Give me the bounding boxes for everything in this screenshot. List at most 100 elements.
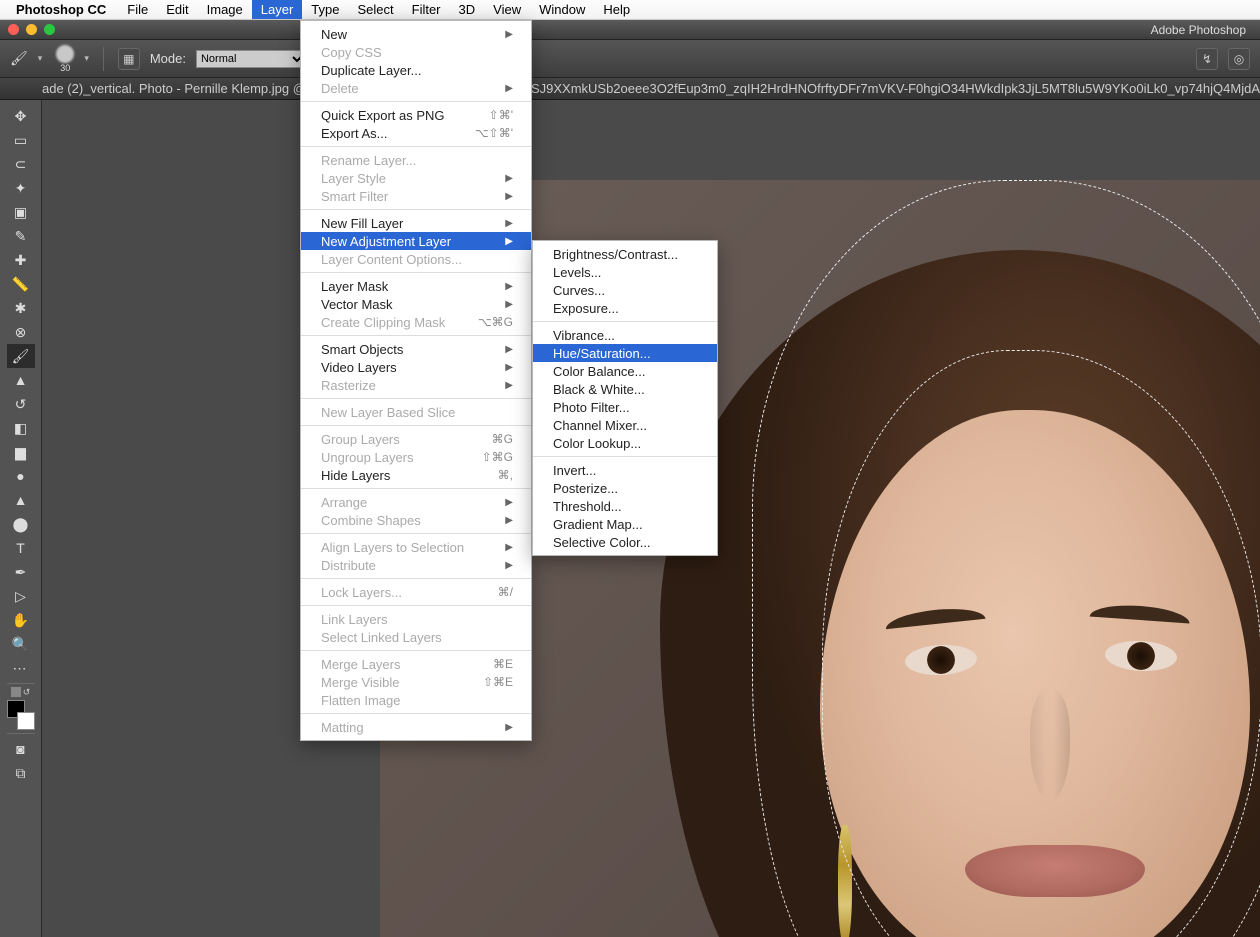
gradient-tool[interactable]: ▆ — [7, 440, 35, 464]
minimize-window-icon[interactable] — [26, 24, 37, 35]
layer-menu-layer-content-options: Layer Content Options... — [301, 250, 531, 268]
stamp-tool[interactable]: ▲ — [7, 368, 35, 392]
hand-tool[interactable]: ✋ — [7, 608, 35, 632]
background-color-swatch[interactable] — [17, 712, 35, 730]
layer-menu-smart-objects[interactable]: Smart Objects▶ — [301, 340, 531, 358]
app-name[interactable]: Photoshop CC — [16, 2, 106, 17]
adjustment-menu-black-white[interactable]: Black & White... — [533, 380, 717, 398]
screen-mode-icon[interactable]: ⧉ — [7, 761, 35, 785]
menu-item-label: Black & White... — [553, 382, 699, 397]
brush-picker-dropdown-icon[interactable]: ▾ — [84, 53, 89, 64]
menu-image[interactable]: Image — [198, 0, 252, 19]
pen-tool[interactable]: ✒ — [7, 560, 35, 584]
layer-menu-vector-mask[interactable]: Vector Mask▶ — [301, 295, 531, 313]
close-window-icon[interactable] — [8, 24, 19, 35]
move-tool[interactable]: ✥ — [7, 104, 35, 128]
adjustment-menu-hue-saturation[interactable]: Hue/Saturation... — [533, 344, 717, 362]
eraser-tool[interactable]: ◧ — [7, 416, 35, 440]
ruler-tool[interactable]: 📏 — [7, 272, 35, 296]
menu-help[interactable]: Help — [594, 0, 639, 19]
lasso-tool[interactable]: ⊂ — [7, 152, 35, 176]
adjustment-menu-channel-mixer[interactable]: Channel Mixer... — [533, 416, 717, 434]
blend-mode-select[interactable]: Normal — [196, 50, 306, 68]
layer-menu-align-layers-to-selection: Align Layers to Selection▶ — [301, 538, 531, 556]
brush-tool[interactable]: 🖌 — [7, 344, 35, 368]
menu-type[interactable]: Type — [302, 0, 348, 19]
adjustment-menu-exposure[interactable]: Exposure... — [533, 299, 717, 317]
sharpen-tool[interactable]: ▲ — [7, 488, 35, 512]
brush-panel-icon[interactable]: ▦ — [118, 48, 140, 70]
menu-select[interactable]: Select — [348, 0, 402, 19]
layer-menu-hide-layers[interactable]: Hide Layers⌘, — [301, 466, 531, 484]
adjustment-menu-selective-color[interactable]: Selective Color... — [533, 533, 717, 551]
pressure-toggle-icon[interactable]: ◎ — [1228, 48, 1250, 70]
layer-menu-new[interactable]: New▶ — [301, 25, 531, 43]
mode-label: Mode: — [150, 51, 186, 66]
spot-heal-tool[interactable]: ✚ — [7, 248, 35, 272]
swap-colors-icon[interactable]: ↺ — [23, 687, 31, 698]
adjustment-menu-gradient-map[interactable]: Gradient Map... — [533, 515, 717, 533]
layer-menu-new-adjustment-layer[interactable]: New Adjustment Layer▶ — [301, 232, 531, 250]
adjustment-menu-color-balance[interactable]: Color Balance... — [533, 362, 717, 380]
zoom-tool[interactable]: 🔍 — [7, 632, 35, 656]
submenu-arrow-icon: ▶ — [505, 191, 513, 202]
menu-layer[interactable]: Layer — [252, 0, 303, 19]
color-swatches[interactable] — [7, 700, 35, 730]
blur-tool[interactable]: ● — [7, 464, 35, 488]
menu-view[interactable]: View — [484, 0, 530, 19]
layer-menu-export-as[interactable]: Export As...⌥⇧⌘' — [301, 124, 531, 142]
layer-menu-create-clipping-mask: Create Clipping Mask ⌥⌘G — [301, 313, 531, 331]
menu-edit[interactable]: Edit — [157, 0, 197, 19]
document-tab-strip[interactable]: ade (2)_vertical. Photo - Pernille Klemp… — [0, 78, 1260, 100]
layer-menu-layer-mask[interactable]: Layer Mask▶ — [301, 277, 531, 295]
menu-item-label: Create Clipping Mask — [321, 315, 448, 330]
adjustment-layer-submenu[interactable]: Brightness/Contrast...Levels...Curves...… — [532, 240, 718, 556]
shortcut-label: ⌥⌘G — [478, 315, 513, 329]
adjustment-menu-brightness-contrast[interactable]: Brightness/Contrast... — [533, 245, 717, 263]
layer-menu-new-fill-layer[interactable]: New Fill Layer▶ — [301, 214, 531, 232]
adjustment-menu-color-lookup[interactable]: Color Lookup... — [533, 434, 717, 452]
tool-preset-icon[interactable]: 🖌 — [10, 50, 28, 67]
adjustment-menu-curves[interactable]: Curves... — [533, 281, 717, 299]
magic-wand-tool[interactable]: ✦ — [7, 176, 35, 200]
menu-item-label: Matting — [321, 720, 475, 735]
quick-mask-icon[interactable]: ◙ — [7, 737, 35, 761]
adjustment-menu-invert[interactable]: Invert... — [533, 461, 717, 479]
type-tool[interactable]: T — [7, 536, 35, 560]
dodge-tool[interactable]: ⬤ — [7, 512, 35, 536]
eyedropper-tool[interactable]: ✎ — [7, 224, 35, 248]
history-brush-tool[interactable]: ↺ — [7, 392, 35, 416]
menu-item-label: Invert... — [553, 463, 699, 478]
submenu-arrow-icon: ▶ — [505, 218, 513, 229]
adjustment-menu-photo-filter[interactable]: Photo Filter... — [533, 398, 717, 416]
window-traffic-lights[interactable] — [8, 24, 55, 35]
default-fg-icon[interactable] — [11, 687, 21, 697]
layer-menu-video-layers[interactable]: Video Layers▶ — [301, 358, 531, 376]
submenu-arrow-icon: ▶ — [505, 173, 513, 184]
layer-menu-quick-export-as-png[interactable]: Quick Export as PNG⇧⌘' — [301, 106, 531, 124]
zoom-window-icon[interactable] — [44, 24, 55, 35]
airbrush-toggle-icon[interactable]: ↯ — [1196, 48, 1218, 70]
more-tools-icon[interactable]: ⋯ — [7, 656, 35, 680]
menu-item-label: Video Layers — [321, 360, 475, 375]
adjustment-menu-threshold[interactable]: Threshold... — [533, 497, 717, 515]
menu-item-label: Merge Layers — [321, 657, 463, 672]
adjustment-menu-posterize[interactable]: Posterize... — [533, 479, 717, 497]
menu-item-label: Hue/Saturation... — [553, 346, 699, 361]
path-select-tool[interactable]: ▷ — [7, 584, 35, 608]
adjustment-menu-levels[interactable]: Levels... — [533, 263, 717, 281]
menu-file[interactable]: File — [118, 0, 157, 19]
submenu-arrow-icon: ▶ — [505, 722, 513, 733]
tool-preset-dropdown-icon[interactable]: ▾ — [38, 53, 43, 64]
layer-menu-duplicate-layer[interactable]: Duplicate Layer... — [301, 61, 531, 79]
menu-3d[interactable]: 3D — [450, 0, 485, 19]
crop-tool[interactable]: ▣ — [7, 200, 35, 224]
brush-preview[interactable]: 30 — [56, 45, 74, 73]
patch-tool[interactable]: ✱ — [7, 296, 35, 320]
marquee-tool[interactable]: ▭ — [7, 128, 35, 152]
menu-window[interactable]: Window — [530, 0, 594, 19]
menu-filter[interactable]: Filter — [403, 0, 450, 19]
adjustment-menu-vibrance[interactable]: Vibrance... — [533, 326, 717, 344]
layer-menu-dropdown[interactable]: New▶Copy CSSDuplicate Layer...Delete▶Qui… — [300, 20, 532, 741]
clone-tool[interactable]: ⊗ — [7, 320, 35, 344]
